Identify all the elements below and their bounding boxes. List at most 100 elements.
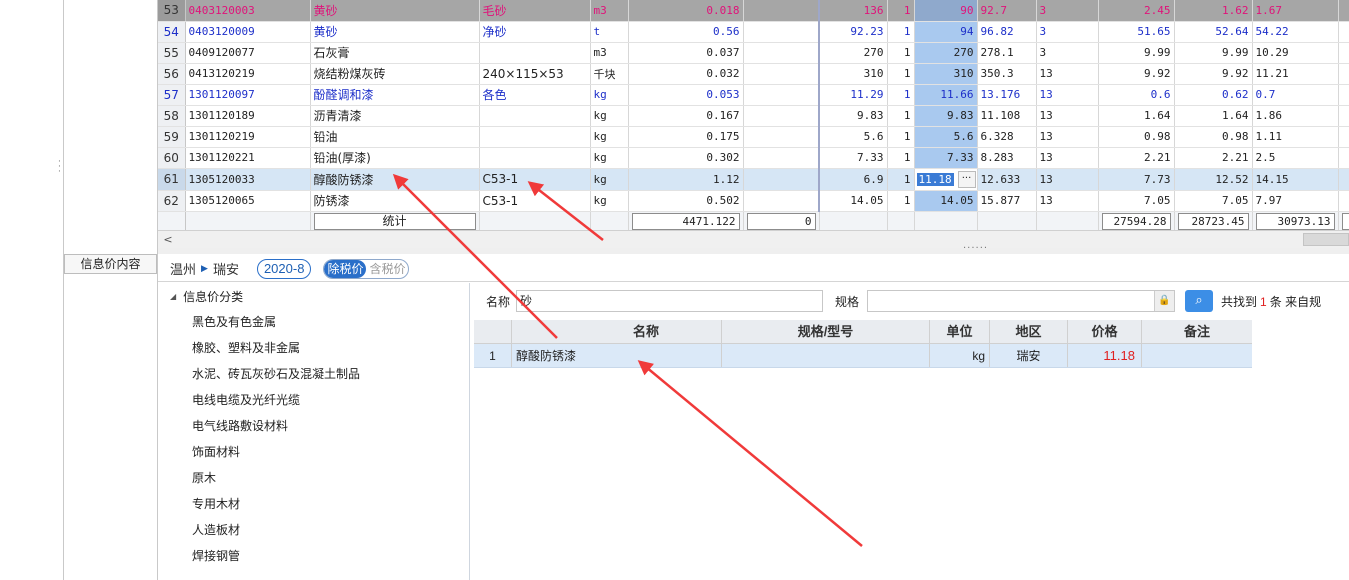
cell-amount-c: 2.5 bbox=[1252, 147, 1339, 169]
tab-info-price-content[interactable]: 信息价内容 bbox=[64, 254, 157, 274]
found-count: 1 bbox=[1260, 294, 1267, 309]
cell-qty: 0.037 bbox=[628, 42, 744, 64]
cell-blank bbox=[743, 126, 820, 148]
table-row[interactable]: 58 1301120189 沥青清漆 kg 0.167 9.83 1 9.83 11.108 13… bbox=[158, 105, 1349, 127]
left-panel bbox=[64, 0, 158, 580]
cell-blank bbox=[743, 21, 820, 43]
tree-item[interactable]: 专用木材 bbox=[158, 491, 469, 517]
tree-item[interactable]: 原木 bbox=[158, 465, 469, 491]
cell-adjusted-price[interactable]: 270 bbox=[914, 42, 978, 64]
row-number: 61 bbox=[158, 168, 186, 191]
cell-name: 石灰膏 bbox=[310, 42, 480, 64]
name-search-input[interactable]: 砂 bbox=[516, 290, 824, 312]
cell-unit: kg bbox=[590, 147, 629, 169]
tree-item[interactable]: 饰面材料 bbox=[158, 439, 469, 465]
cell-adjusted-price[interactable]: 11.18 ··· bbox=[914, 168, 978, 191]
header-note[interactable]: 备注 bbox=[1142, 320, 1252, 343]
total-zero: 0 bbox=[743, 211, 820, 230]
total-blank bbox=[819, 211, 888, 230]
tax-included-option[interactable]: 含税价 bbox=[366, 260, 408, 278]
header-unit[interactable]: 单位 bbox=[930, 320, 990, 343]
tree-item[interactable]: 人造板材 bbox=[158, 517, 469, 543]
cell-amount-b: 12.52 bbox=[1174, 168, 1253, 191]
table-row[interactable]: 61 1305120033 醇酸防锈漆 C53-1 kg 1.12 6.9 1 11.18 ···… bbox=[158, 168, 1349, 191]
header-region[interactable]: 地区 bbox=[990, 320, 1068, 343]
table-row[interactable]: 56 0413120219 烧结粉煤灰砖 240×115×53 千块 0.032 310 1 3… bbox=[158, 63, 1349, 85]
header-price[interactable]: 价格 bbox=[1068, 320, 1142, 343]
cell-tax-rate: 13 bbox=[1036, 105, 1099, 127]
tree-item[interactable]: 焊接钢管 bbox=[158, 543, 469, 569]
cell-adjusted-price[interactable]: 14.05 bbox=[914, 190, 978, 212]
tree-item[interactable]: 电气线路敷设材料 bbox=[158, 413, 469, 439]
cell-adjusted-price[interactable]: 90 bbox=[914, 0, 978, 22]
more-options-button[interactable]: ··· bbox=[957, 170, 976, 188]
edit-value[interactable]: 11.18 bbox=[916, 172, 954, 186]
cell-amount-d bbox=[1338, 147, 1349, 169]
tree-item[interactable]: 电线电缆及光纤光缆 bbox=[158, 387, 469, 413]
lock-icon[interactable]: 🔒 bbox=[1154, 291, 1175, 311]
table-row[interactable]: 57 1301120097 酚醛调和漆 各色 kg 0.053 11.29 1 11.66 13.… bbox=[158, 84, 1349, 106]
table-row[interactable]: 60 1301120221 铅油(厚漆) kg 0.302 7.33 1 7.33 8.283 1… bbox=[158, 147, 1349, 169]
splitter-grip-icon[interactable]: · · · bbox=[58, 158, 61, 177]
cell-tax-rate: 3 bbox=[1036, 0, 1099, 22]
cell-amount-a: 51.65 bbox=[1098, 21, 1175, 43]
horizontal-scrollbar[interactable]: < bbox=[158, 230, 1349, 248]
cell-amount-d: 0 bbox=[1338, 21, 1349, 43]
header-name[interactable]: 名称 bbox=[512, 320, 722, 343]
table-row[interactable]: 59 1301120219 铅油 kg 0.175 5.6 1 5.6 6.328 13 0.98 0… bbox=[158, 126, 1349, 148]
cell-amount-b: 9.99 bbox=[1174, 42, 1253, 64]
table-row[interactable]: 62 1305120065 防锈漆 C53-1 kg 0.502 14.05 1 14.05 15… bbox=[158, 190, 1349, 212]
scroll-thumb[interactable] bbox=[1303, 233, 1349, 246]
period-selector[interactable]: 2020-8 bbox=[256, 258, 312, 279]
cell-adjusted-price[interactable]: 5.6 bbox=[914, 126, 978, 148]
cell-amount-c: 14.15 bbox=[1252, 168, 1339, 191]
cell-qty: 0.032 bbox=[628, 63, 744, 85]
cell-price: 6.9 bbox=[819, 168, 888, 191]
row-region: 瑞安 bbox=[990, 344, 1068, 367]
cell-tax-price: 96.82 bbox=[977, 21, 1037, 43]
panel-splitter[interactable]: ······ bbox=[158, 243, 1349, 254]
cell-amount-d: 0 bbox=[1338, 84, 1349, 106]
cell-adjusted-price[interactable]: 94 bbox=[914, 21, 978, 43]
cell-unit: kg bbox=[590, 105, 629, 127]
cell-qty: 1.12 bbox=[628, 168, 744, 191]
district-label[interactable]: 瑞安 bbox=[213, 259, 239, 278]
table-row[interactable]: 55 0409120077 石灰膏 m3 0.037 270 1 270 278.1 3 9.99 9… bbox=[158, 42, 1349, 64]
cell-adjusted-price[interactable]: 11.66 bbox=[914, 84, 978, 106]
cell-amount-b: 52.64 bbox=[1174, 21, 1253, 43]
table-row[interactable]: 1 醇酸防锈漆 kg 瑞安 11.18 bbox=[474, 344, 1252, 368]
total-label: 统计 bbox=[310, 211, 480, 230]
cell-amount-d bbox=[1338, 126, 1349, 148]
total-c: 30973.13 bbox=[1252, 211, 1339, 230]
header-spec[interactable]: 规格/型号 bbox=[722, 320, 930, 343]
cell-adjusted-price[interactable]: 7.33 bbox=[914, 147, 978, 169]
total-label-box[interactable]: 统计 bbox=[313, 213, 476, 230]
table-row[interactable]: 54 0403120009 黄砂 净砂 t 0.56 92.23 1 94 96.82 3 51.65… bbox=[158, 21, 1349, 43]
spec-search-input[interactable]: 🔒 bbox=[867, 290, 1176, 312]
city-label[interactable]: 温州 bbox=[170, 259, 196, 278]
region-breadcrumb[interactable]: 温州 ▶ 瑞安 bbox=[170, 259, 239, 278]
tax-excluded-option[interactable]: 除税价 bbox=[324, 259, 367, 278]
tree-root-label: 信息价分类 bbox=[183, 289, 244, 304]
cell-spec: 净砂 bbox=[479, 21, 591, 43]
material-grid: 53 0403120003 黄砂 毛砂 m3 0.018 136 1 90 92.7 3 2.45 1.… bbox=[158, 0, 1349, 230]
tree-item[interactable]: 橡胶、塑料及非金属 bbox=[158, 335, 469, 361]
scroll-left-icon[interactable]: < bbox=[160, 232, 176, 248]
cell-adjusted-price[interactable]: 310 bbox=[914, 63, 978, 85]
cell-tax-rate: 13 bbox=[1036, 126, 1099, 148]
tree-item[interactable]: 黑色及有色金属 bbox=[158, 309, 469, 335]
table-row[interactable]: 53 0403120003 黄砂 毛砂 m3 0.018 136 1 90 92.7 3 2.45 1.… bbox=[158, 0, 1349, 22]
cell-qty: 0.302 bbox=[628, 147, 744, 169]
cell-name: 酚醛调和漆 bbox=[310, 84, 480, 106]
result-count: 共找到 1 条 来自规 bbox=[1221, 293, 1321, 310]
cell-tax-price: 278.1 bbox=[977, 42, 1037, 64]
cell-unit: m3 bbox=[590, 42, 629, 64]
search-button[interactable]: ⌕ bbox=[1185, 290, 1214, 312]
tax-toggle[interactable]: 除税价 含税价 bbox=[323, 258, 410, 279]
collapse-caret-icon[interactable]: ◢ bbox=[170, 292, 176, 301]
tree-item[interactable]: 水泥、砖瓦灰砂石及混凝土制品 bbox=[158, 361, 469, 387]
tree-root[interactable]: ◢ 信息价分类 bbox=[158, 283, 469, 309]
cell-adjusted-price[interactable]: 9.83 bbox=[914, 105, 978, 127]
cell-tax-price: 6.328 bbox=[977, 126, 1037, 148]
left-strip: · · · bbox=[0, 0, 64, 580]
